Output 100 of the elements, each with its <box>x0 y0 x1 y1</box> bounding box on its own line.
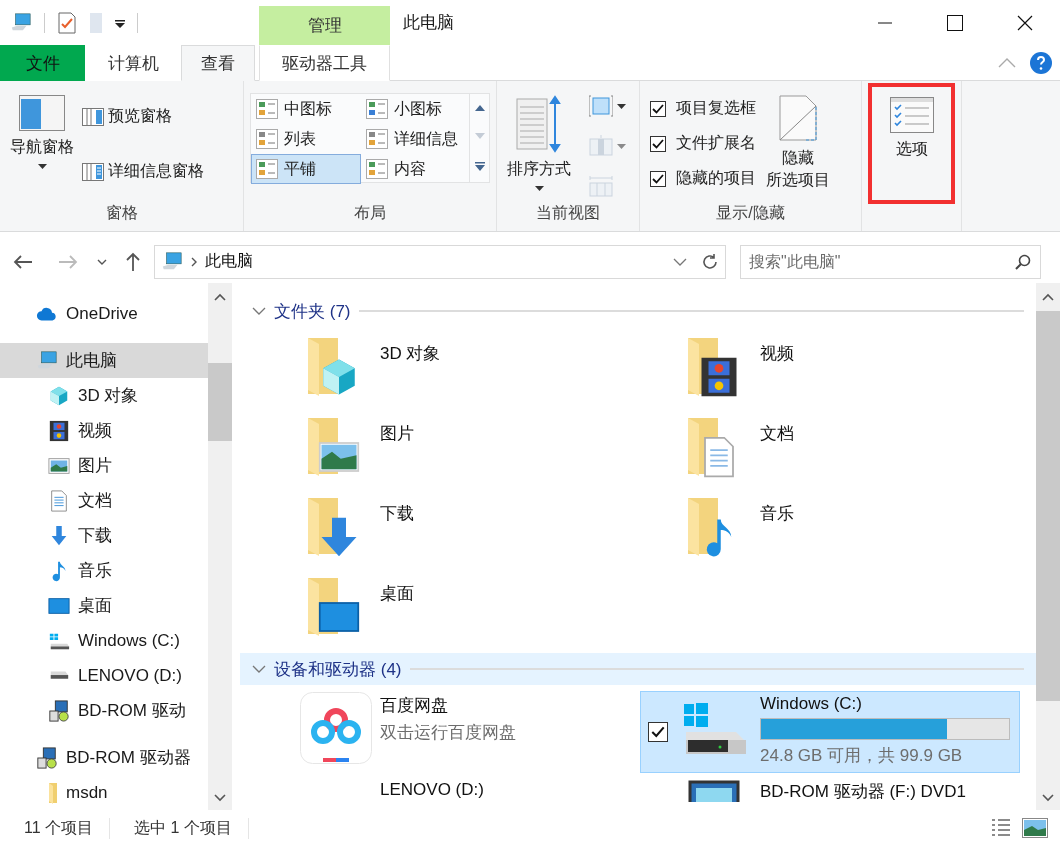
group-label: 窗格 <box>105 203 138 223</box>
sidebar-item[interactable]: BD-ROM 驱动 <box>0 693 208 728</box>
scroll-down-icon <box>1042 794 1054 802</box>
checkbox[interactable] <box>650 170 666 187</box>
folder-tile[interactable]: 下载 <box>260 493 640 571</box>
folder-tile[interactable]: 图片 <box>260 413 640 491</box>
chevron-icon <box>191 256 197 267</box>
sidebar-item[interactable]: 3D 对象 <box>0 378 208 413</box>
folder-tile[interactable]: 音乐 <box>640 493 1020 571</box>
sort-button[interactable]: 排序方式 <box>505 89 573 199</box>
checkbox[interactable] <box>648 722 668 742</box>
sidebar-item[interactable]: 此电脑 <box>0 343 208 378</box>
device-subtitle: 24.8 GB 可用，共 99.9 GB <box>760 745 964 767</box>
cube-icon <box>48 384 70 407</box>
refresh-icon[interactable] <box>701 252 719 271</box>
details-view-icon <box>366 129 388 149</box>
minimize-icon <box>878 21 892 24</box>
scroll-up-icon <box>214 293 226 301</box>
folder-name: 视频 <box>760 343 795 365</box>
customize-icon[interactable] <box>115 17 125 28</box>
scroll-down-icon <box>214 794 226 802</box>
sidebar-item[interactable]: OneDrive <box>0 296 208 331</box>
group-label: 当前视图 <box>536 203 600 223</box>
device-tile[interactable]: BD-ROM 驱动器 (F:) DVD1 <box>640 779 1020 809</box>
device-tile[interactable]: Windows (C:) 24.8 GB 可用，共 99.9 GB <box>640 691 1020 773</box>
sidebar-item[interactable]: 图片 <box>0 448 208 483</box>
device-name: 百度网盘 <box>380 695 449 717</box>
checkbox-option[interactable]: 文件扩展名 <box>650 126 756 161</box>
large-icons-view-icon[interactable] <box>1022 818 1048 838</box>
close-icon <box>1017 14 1033 31</box>
optical-drive-icon <box>36 746 58 769</box>
checkbox-option[interactable]: 隐藏的项目 <box>650 161 756 196</box>
search-field[interactable]: 搜索"此电脑" <box>740 244 1041 279</box>
sidebar-item[interactable]: BD-ROM 驱动器 <box>0 740 208 775</box>
content-scrollbar[interactable] <box>1036 283 1060 810</box>
hide-selected-button[interactable]: 隐藏 所选项目 <box>764 89 832 199</box>
sidebar-item[interactable]: 视频 <box>0 413 208 448</box>
more-icon[interactable] <box>474 161 485 171</box>
properties-icon[interactable] <box>57 10 77 35</box>
layout-option[interactable]: 平铺 <box>251 154 361 184</box>
breadcrumb[interactable]: 此电脑 <box>205 251 253 272</box>
pane-button[interactable]: 预览窗格 <box>78 104 208 129</box>
navigation-pane-button[interactable]: 导航窗格 <box>8 89 76 199</box>
folder-name: 下载 <box>380 503 415 525</box>
sidebar-item[interactable]: Windows (C:) <box>0 623 208 658</box>
device-subtitle: 双击运行百度网盘 <box>380 722 517 744</box>
sidebar-item[interactable]: msdn <box>0 775 208 810</box>
collapse-ribbon-icon[interactable] <box>998 57 1016 68</box>
folder-tile[interactable]: 文档 <box>640 413 1020 491</box>
scrollbar-thumb[interactable] <box>1036 311 1060 701</box>
device-name: BD-ROM 驱动器 (F:) DVD1 <box>760 781 967 803</box>
document-icon <box>48 489 70 512</box>
layout-option[interactable]: 内容 <box>361 154 469 184</box>
sidebar-item[interactable]: LENOVO (D:) <box>0 658 208 693</box>
sidebar-item[interactable]: 下载 <box>0 518 208 553</box>
layout-option[interactable]: 小图标 <box>361 94 469 124</box>
sort-icon <box>516 95 562 153</box>
device-tile[interactable]: LENOVO (D:) <box>260 779 640 809</box>
folder-tile[interactable]: 视频 <box>640 333 1020 411</box>
address-field[interactable]: 此电脑 <box>154 244 726 279</box>
add-columns-icon <box>589 135 613 157</box>
caret-icon <box>37 164 47 169</box>
scrollbar-thumb[interactable] <box>208 363 232 441</box>
checkbox-label: 文件扩展名 <box>676 133 756 153</box>
checkbox-option[interactable]: 项目复选框 <box>650 91 756 126</box>
section-title: 文件夹 (7) <box>274 300 351 323</box>
options-button[interactable]: 选项 <box>868 83 955 204</box>
section-title: 设备和驱动器 (4) <box>274 658 402 681</box>
device-name: Windows (C:) <box>760 694 863 714</box>
folder-tile[interactable]: 桌面 <box>260 573 640 651</box>
ribbon-tab[interactable]: 查看 <box>181 45 255 81</box>
checkbox-label: 项目复选框 <box>676 98 756 118</box>
film-icon <box>48 419 70 442</box>
navigation-pane-icon <box>19 95 65 131</box>
checkbox[interactable] <box>650 100 666 117</box>
ribbon-tab[interactable]: 文件 <box>0 45 85 81</box>
folder-name: 桌面 <box>380 583 415 605</box>
scroll-up-icon[interactable] <box>474 105 485 112</box>
sidebar-scrollbar[interactable] <box>208 283 232 810</box>
up-arrow-icon <box>126 251 140 272</box>
details-view-icon[interactable] <box>990 818 1012 838</box>
list-view-icon <box>256 129 278 149</box>
layout-option[interactable]: 列表 <box>251 124 361 154</box>
pane-button[interactable]: 详细信息窗格 <box>78 159 208 184</box>
window-title: 此电脑 <box>402 12 455 34</box>
layout-option[interactable]: 详细信息 <box>361 124 469 154</box>
device-tile[interactable]: 百度网盘 双击运行百度网盘 <box>260 691 640 773</box>
ribbon-tab[interactable]: 驱动器工具 <box>259 45 390 81</box>
help-icon[interactable] <box>1030 51 1052 74</box>
sidebar-item[interactable]: 音乐 <box>0 553 208 588</box>
checkbox[interactable] <box>650 135 666 152</box>
caret-icon <box>617 143 626 149</box>
address-dropdown-icon[interactable] <box>673 257 687 266</box>
section-header[interactable]: 文件夹 (7) <box>240 295 1036 327</box>
sidebar-item[interactable]: 文档 <box>0 483 208 518</box>
folder-tile[interactable]: 3D 对象 <box>260 333 640 411</box>
section-header[interactable]: 设备和驱动器 (4) <box>240 653 1036 685</box>
sidebar-item[interactable]: 桌面 <box>0 588 208 623</box>
layout-option[interactable]: 中图标 <box>251 94 361 124</box>
status-text: 11 个项目 <box>0 817 111 839</box>
